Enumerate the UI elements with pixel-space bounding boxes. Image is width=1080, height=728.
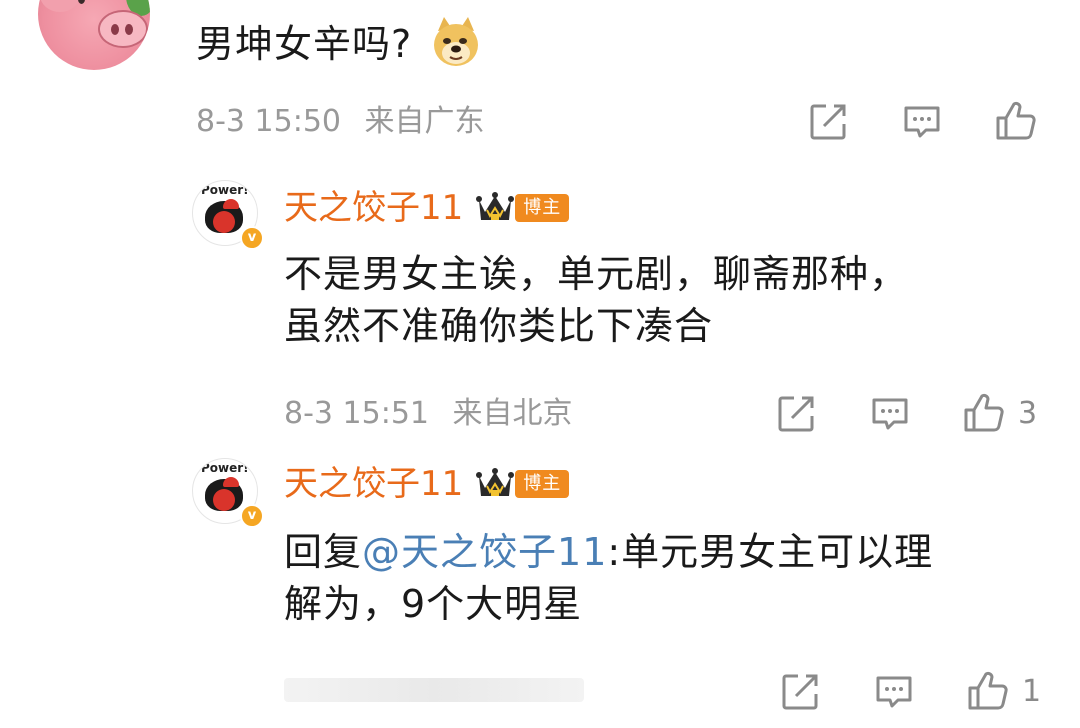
comment-icon [876,676,912,708]
reply-share-button[interactable] [780,672,820,712]
reply-like-button[interactable]: 1 [966,670,1041,712]
reply-line: 虽然不准确你类比下凑合 [284,304,714,348]
top-comment-button[interactable] [902,102,942,142]
reply-comment-button[interactable] [870,394,910,434]
top-comment-body: 男坤女辛吗? [196,22,413,66]
reply-body: 不是男女主诶，单元剧，聊斋那种， 虽然不准确你类比下凑合 [284,248,908,352]
reply-line: 不是男女主诶，单元剧，聊斋那种， [284,252,909,296]
like-icon [964,393,1004,432]
comment-icon [904,106,940,138]
reply-comment-button[interactable] [874,672,914,712]
top-comment-time: 8-3 15:50 [196,104,341,139]
mention-link[interactable]: @天之饺子11 [362,530,607,574]
top-comment-meta: 8-3 15:50 来自广东 [196,102,485,142]
crown-icon [476,192,515,220]
top-commenter-avatar[interactable] [38,0,150,70]
reply-location: 来自北京 [452,396,573,431]
top-like-button[interactable] [994,100,1038,142]
like-icon [996,101,1036,140]
reply-body: 回复@天之饺子11:单元男女主可以理 解为，9个大明星 [284,526,933,630]
reply-share-button[interactable] [776,394,816,434]
avatar-caption: Power! [201,183,249,197]
top-share-button[interactable] [808,102,848,142]
top-comment-location: 来自广东 [364,104,485,139]
verified-badge-icon: v [240,504,264,528]
reply-meta: 8-3 15:51 来自北京 [284,394,573,434]
reply-header: 天之饺子11 博主 [284,186,570,230]
comment-icon [872,398,908,430]
reply-line: 回复@天之饺子11:单元男女主可以理 [284,526,933,578]
reply-prefix: 回复 [284,530,363,574]
reply-like-button[interactable]: 3 [962,392,1037,434]
top-comment-text: 男坤女辛吗? [196,16,482,73]
blogger-tag: 博主 [515,194,570,222]
reply-header: 天之饺子11 博主 [284,462,570,506]
reply-content: :单元男女主可以理 [607,530,934,574]
like-count: 3 [1018,395,1038,431]
verified-badge-icon: v [240,226,264,250]
share-icon [782,674,818,710]
avatar-caption: Power! [201,461,249,475]
doge-emoji-icon [430,16,482,69]
reply-line: 解为，9个大明星 [284,582,583,626]
share-icon [810,104,846,140]
reply-time: 8-3 15:51 [284,396,429,431]
blogger-tag: 博主 [515,470,570,498]
reply-username[interactable]: 天之饺子11 [284,462,463,506]
reply-username[interactable]: 天之饺子11 [284,186,463,230]
reply-meta-blurred [284,678,584,702]
share-icon [778,396,814,432]
like-icon [968,671,1008,710]
like-count: 1 [1022,673,1042,709]
crown-icon [476,468,515,496]
